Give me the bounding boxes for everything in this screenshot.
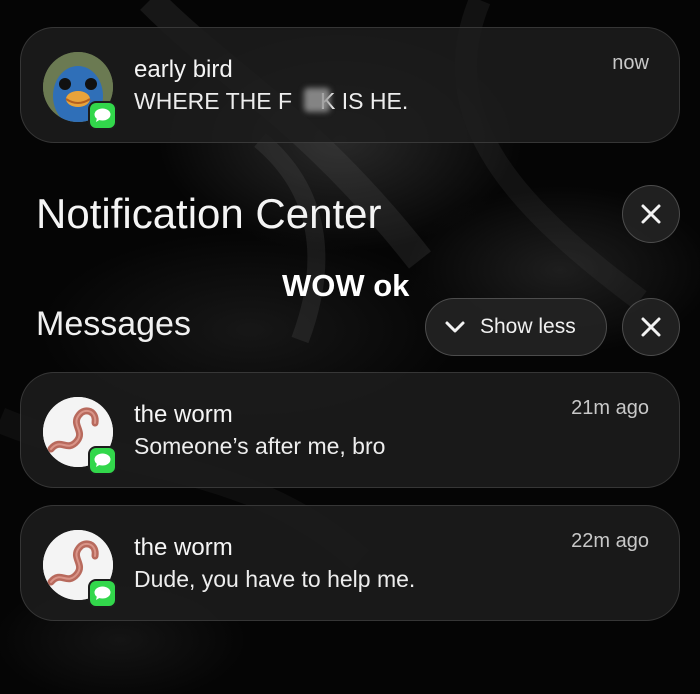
messages-icon xyxy=(94,586,111,600)
notification-time: now xyxy=(612,52,649,74)
close-icon xyxy=(641,317,661,337)
notification-the-worm-2[interactable]: the worm Dude, you have to help me. 22m … xyxy=(20,505,680,621)
messages-group-heading: Messages xyxy=(36,305,191,343)
notification-center-title: Notification Center xyxy=(36,190,382,237)
notification-the-worm-1[interactable]: the worm Someone’s after me, bro 21m ago xyxy=(20,372,680,488)
messages-app-badge xyxy=(88,446,117,475)
notification-message: WHERE THE F K IS HE. xyxy=(134,88,408,115)
notification-sender: the worm xyxy=(134,401,233,428)
message-suffix: K IS HE. xyxy=(320,88,409,114)
messages-icon xyxy=(94,453,111,467)
message-prefix: WHERE THE F xyxy=(134,88,293,114)
messages-app-badge xyxy=(88,101,117,130)
notification-time: 22m ago xyxy=(571,530,649,552)
notification-message: Someone’s after me, bro xyxy=(134,433,386,459)
chevron-down-icon xyxy=(445,321,465,333)
notification-time: 21m ago xyxy=(571,397,649,419)
overlay-caption: WOW ok xyxy=(282,268,410,303)
close-icon xyxy=(641,204,661,224)
notification-sender: early bird xyxy=(134,56,233,83)
clear-all-button[interactable] xyxy=(622,185,680,243)
notification-message: Dude, you have to help me. xyxy=(134,566,416,592)
notification-screen: early bird WHERE THE F K IS HE. now Notif… xyxy=(0,0,700,694)
notification-sender: the worm xyxy=(134,534,233,561)
censor-blur xyxy=(304,88,330,112)
clear-messages-button[interactable] xyxy=(622,298,680,356)
messages-app-badge xyxy=(88,579,117,608)
show-less-button[interactable]: Show less xyxy=(425,298,607,356)
show-less-label: Show less xyxy=(480,315,576,338)
messages-icon xyxy=(94,108,111,122)
notification-early-bird[interactable]: early bird WHERE THE F K IS HE. now xyxy=(20,27,680,143)
